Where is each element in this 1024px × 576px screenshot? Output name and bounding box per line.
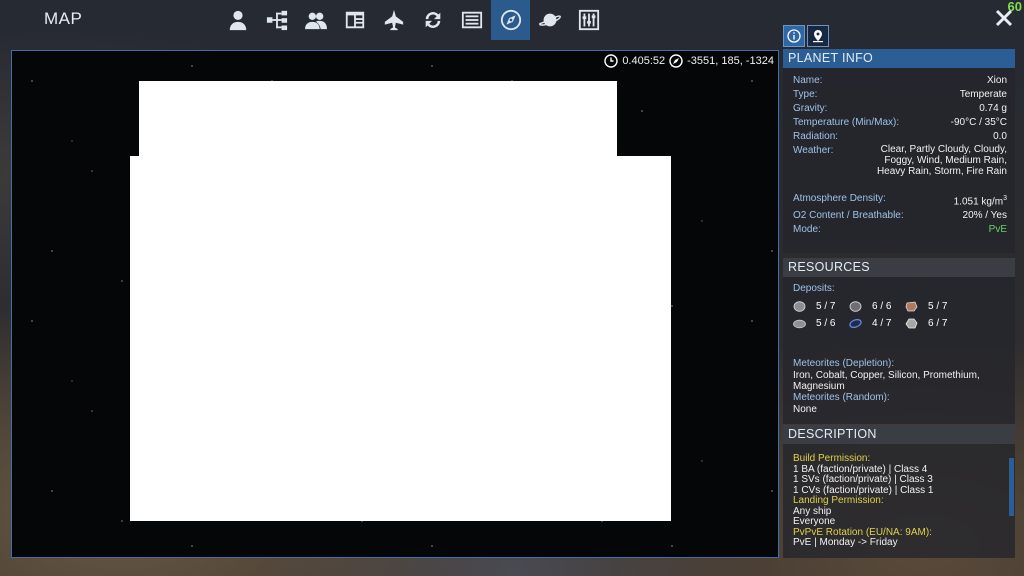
game-time: 0.405:52 <box>622 55 666 67</box>
info-value: 0.74 g <box>979 103 1007 114</box>
info-value: 20% / Yes <box>962 210 1007 222</box>
info-label: Weather: <box>793 145 834 156</box>
ship-icon <box>384 9 403 31</box>
deposit-item: 4 / 7 <box>849 315 905 332</box>
nav-settings-button[interactable] <box>569 0 608 40</box>
info-row-temperature: Temperature (Min/Max): -90°C / 35°C <box>793 116 1007 130</box>
info-label: Mode: <box>793 224 821 236</box>
info-row-mode: Mode: PvE <box>793 223 1007 237</box>
description-text: Build Permission: 1 BA (faction/private)… <box>783 444 1015 549</box>
info-label: Type: <box>793 89 818 100</box>
deposit-item: 6 / 7 <box>905 315 961 332</box>
info-label: Radiation: <box>793 131 839 142</box>
info-value: 1.051 kg/m3 <box>954 192 1007 209</box>
info-row-type: Type: Temperate <box>793 88 1007 102</box>
info-row-gravity: Gravity: 0.74 g <box>793 102 1007 116</box>
map-blank-region-top <box>139 81 617 157</box>
nav-bar <box>218 0 608 40</box>
info-row-o2: O2 Content / Breathable: 20% / Yes <box>793 209 1007 223</box>
deposits-label: Deposits: <box>793 283 835 294</box>
map-view[interactable]: 0.405:52 -3551, 185, -1324 <box>11 50 779 558</box>
atmosphere-value: 1.051 kg/m <box>953 196 1004 208</box>
nav-player-button[interactable] <box>218 0 257 40</box>
nav-registry-button[interactable] <box>335 0 374 40</box>
resources-header: RESOURCES <box>783 258 1015 277</box>
player-coordinates: -3551, 185, -1324 <box>687 55 774 67</box>
description-scrollbar[interactable] <box>1009 458 1014 516</box>
iron-ore-icon <box>793 301 806 312</box>
nav-log-button[interactable] <box>452 0 491 40</box>
panel-tabs <box>783 25 829 47</box>
meteorites-random-label: Meteorites (Random): <box>793 392 890 403</box>
unit-superscript: 3 <box>1003 195 1007 202</box>
info-value: -90°C / 35°C <box>950 117 1007 128</box>
settings-sliders-icon <box>578 9 599 31</box>
info-row-weather: Weather: Clear, Partly Cloudy, Cloudy, F… <box>793 144 1007 177</box>
nav-faction-button[interactable] <box>296 0 335 40</box>
description-panel[interactable]: DESCRIPTION Build Permission: 1 BA (fact… <box>783 425 1015 558</box>
nav-trade-button[interactable] <box>413 0 452 40</box>
magnesium-ore-icon <box>905 318 918 329</box>
info-value: Clear, Partly Cloudy, Cloudy, Foggy, Win… <box>876 144 1007 177</box>
tab-locations[interactable] <box>807 25 829 47</box>
rotation-line: PvE | Monday -> Friday <box>793 537 898 548</box>
build-permission-label: Build Permission: <box>793 453 871 464</box>
planet-info-panel: PLANET INFO Name: Xion Type: Temperate G… <box>783 49 1015 253</box>
meteorites-depletion-label: Meteorites (Depletion): <box>793 358 895 369</box>
faction-icon <box>304 12 327 30</box>
planet-info-header: PLANET INFO <box>783 49 1015 68</box>
page-title: MAP <box>44 9 83 28</box>
map-readout: 0.405:52 -3551, 185, -1324 <box>604 54 774 68</box>
mode-badge: PvE <box>988 224 1007 236</box>
deposit-item: 6 / 6 <box>849 298 905 315</box>
deposit-item: 5 / 7 <box>905 298 961 315</box>
info-label: O2 Content / Breathable: <box>793 210 904 222</box>
meteorites-random-value: None <box>793 404 817 415</box>
nav-map-button[interactable] <box>491 0 530 40</box>
deposit-item: 5 / 6 <box>793 315 849 332</box>
deposits-list: 5 / 7 6 / 6 5 / 7 5 / 6 4 / 7 6 / 7 <box>793 298 1013 332</box>
close-button[interactable] <box>994 8 1014 28</box>
registry-icon <box>345 11 364 29</box>
promethium-ore-icon <box>849 319 862 328</box>
close-icon <box>995 9 1013 27</box>
coordinates-compass-icon <box>669 54 683 68</box>
log-icon <box>461 11 482 29</box>
info-row-name: Name: Xion <box>793 74 1007 88</box>
info-icon <box>787 29 801 43</box>
tech-tree-icon <box>266 10 287 31</box>
top-bar: MAP 60 <box>0 0 1024 40</box>
info-row-atmosphere: Atmosphere Density: 1.051 kg/m3 <box>793 192 1007 209</box>
info-value: 0.0 <box>993 131 1007 142</box>
clock-icon <box>604 54 619 68</box>
trade-icon <box>425 12 440 28</box>
nav-planet-button[interactable] <box>530 0 569 40</box>
description-header: DESCRIPTION <box>783 425 1015 444</box>
landing-permission-line: Everyone <box>793 516 836 527</box>
tab-planet-info[interactable] <box>783 25 805 47</box>
info-row-radiation: Radiation: 0.0 <box>793 130 1007 144</box>
info-value: Temperate <box>959 89 1007 100</box>
info-label: Temperature (Min/Max): <box>793 117 900 128</box>
cobalt-ore-icon <box>849 301 862 312</box>
nav-ship-button[interactable] <box>374 0 413 40</box>
deposit-item: 5 / 7 <box>793 298 849 315</box>
info-label: Name: <box>793 75 823 86</box>
info-value: Xion <box>986 75 1007 86</box>
silicon-ore-icon <box>793 319 806 329</box>
meteorites-depletion-value: Iron, Cobalt, Copper, Silicon, Promethiu… <box>793 370 980 392</box>
map-blank-region-main <box>130 156 671 521</box>
compass-icon <box>500 9 521 31</box>
info-label: Gravity: <box>793 103 828 114</box>
info-label: Atmosphere Density: <box>793 193 886 204</box>
nav-tech-tree-button[interactable] <box>257 0 296 40</box>
resources-panel: RESOURCES Deposits: 5 / 7 6 / 6 5 / 7 5 … <box>783 258 1015 424</box>
player-icon <box>229 10 246 31</box>
location-pin-icon <box>813 30 823 43</box>
build-permission-line: 1 SVs (faction/private) | Class 3 <box>793 474 933 485</box>
planet-icon <box>538 13 561 27</box>
copper-ore-icon <box>905 301 918 312</box>
landing-permission-label: Landing Permission: <box>793 495 884 506</box>
